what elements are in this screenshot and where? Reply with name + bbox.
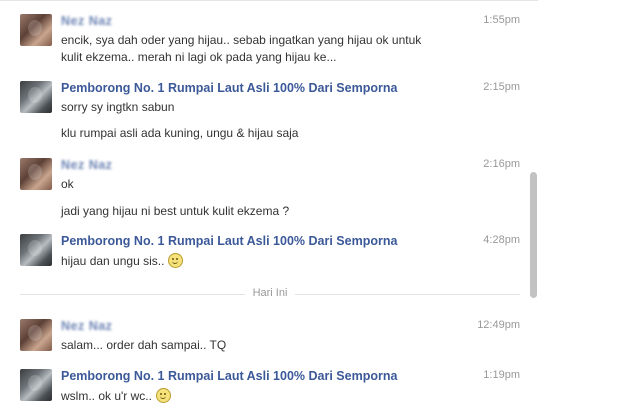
separator-rule [295,294,520,295]
message-item: Pemborong No. 1 Rumpai Laut Asli 100% Da… [20,234,520,270]
sender-name[interactable]: Pemborong No. 1 Rumpai Laut Asli 100% Da… [61,369,397,383]
message-text: encik, sya dah oder yang hijau.. sebab i… [61,33,422,47]
sender-name[interactable]: Nez Naz [61,14,112,28]
message-text-content: wslm.. ok u'r wc.. [61,389,152,403]
smiley-icon [155,388,171,403]
day-separator-label: Hari Ini [252,287,288,299]
message-item: Pemborong No. 1 Rumpai Laut Asli 100% Da… [20,81,520,143]
sender-name[interactable]: Pemborong No. 1 Rumpai Laut Asli 100% Da… [61,81,397,95]
message-text-content: hijau dan ungu sis.. [61,254,165,268]
message-timestamp: 1:19pm [483,369,520,381]
message-timestamp: 4:28pm [483,234,520,246]
message-item: Nez Naz 1:55pm encik, sya dah oder yang … [20,14,520,66]
message-text: klu rumpai asli ada kuning, ungu & hijau… [61,126,299,140]
sender-name[interactable]: Pemborong No. 1 Rumpai Laut Asli 100% Da… [61,234,397,248]
day-separator: Hari Ini [20,287,520,301]
message-text: ok [61,177,74,191]
message-text: jadi yang hijau ni best untuk kulit ekze… [61,204,290,218]
message-text: hijau dan ungu sis.. [61,253,184,268]
message-text: sorry sy ingtkn sabun [61,100,175,114]
message-timestamp: 2:15pm [483,81,520,93]
message-item: Nez Naz 12:49pm salam... order dah sampa… [20,319,520,355]
avatar[interactable] [20,234,52,266]
avatar[interactable] [20,14,52,46]
message-text: wslm.. ok u'r wc.. [61,388,171,403]
scrollbar-thumb[interactable] [530,172,537,298]
sender-name[interactable]: Nez Naz [61,158,112,172]
avatar[interactable] [20,319,52,351]
avatar[interactable] [20,81,52,113]
message-text: salam... order dah sampai.. TQ [61,338,227,352]
message-timestamp: 1:55pm [483,14,520,26]
avatar[interactable] [20,158,52,190]
message-timestamp: 12:49pm [477,319,520,331]
sender-name[interactable]: Nez Naz [61,319,112,333]
smiley-icon [168,253,184,268]
message-item: Nez Naz 2:16pm ok jadi yang hijau ni bes… [20,158,520,220]
avatar[interactable] [20,369,52,401]
message-text: kulit ekzema.. merah ni lagi ok pada yan… [61,50,337,64]
message-thread: Nez Naz 1:55pm encik, sya dah oder yang … [0,0,530,418]
message-item: Pemborong No. 1 Rumpai Laut Asli 100% Da… [20,369,520,405]
message-timestamp: 2:16pm [483,158,520,170]
